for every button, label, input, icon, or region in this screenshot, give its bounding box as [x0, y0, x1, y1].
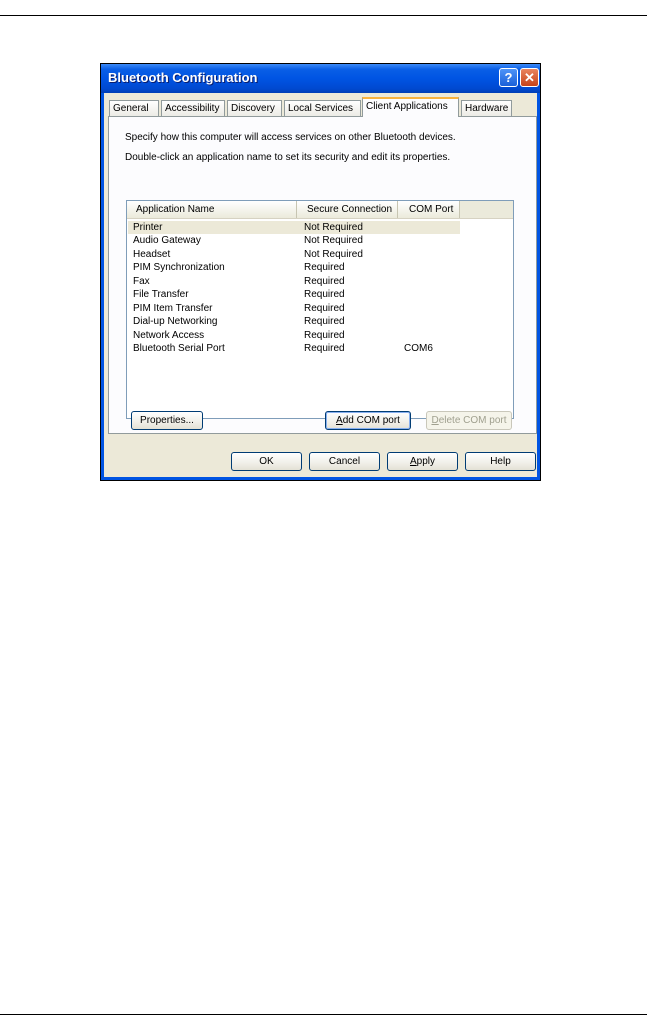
list-header: Application Name Secure Connection COM P… — [127, 201, 513, 219]
application-name: Fax — [133, 276, 150, 287]
secure-connection-value: Required — [304, 262, 345, 273]
access-key: A — [336, 415, 343, 426]
apply-label: pply — [416, 456, 436, 467]
dialog-body: General Accessibility Discovery Local Se… — [104, 93, 537, 477]
application-name: File Transfer — [133, 289, 189, 300]
client-applications-panel: Specify how this computer will access se… — [108, 116, 537, 434]
instruction-text: Double-click an application name to set … — [125, 152, 451, 163]
help-icon[interactable]: ? — [499, 68, 518, 87]
access-key: A — [409, 456, 417, 467]
secure-connection-value: Not Required — [304, 249, 363, 260]
application-name: PIM Synchronization — [133, 262, 225, 273]
add-com-port-button[interactable]: Add COM port — [325, 411, 411, 430]
application-name: Audio Gateway — [133, 235, 201, 246]
tab-discovery[interactable]: Discovery — [227, 100, 282, 116]
com-port-value: COM6 — [404, 343, 433, 354]
tab-client-applications[interactable]: Client Applications — [362, 97, 459, 117]
tab-local-services[interactable]: Local Services — [284, 100, 361, 116]
bluetooth-configuration-dialog: Bluetooth Configuration ? ✕ General Acce… — [100, 63, 541, 481]
cancel-button[interactable]: Cancel — [309, 452, 380, 471]
list-item[interactable]: PIM Synchronization Required — [128, 261, 460, 274]
tab-hardware[interactable]: Hardware — [461, 100, 512, 116]
access-key: D — [431, 415, 439, 426]
list-item[interactable]: Bluetooth Serial Port Required COM6 — [128, 342, 460, 355]
list-item[interactable]: Audio Gateway Not Required — [128, 234, 460, 247]
list-item[interactable]: Dial-up Networking Required — [128, 315, 460, 328]
list-item[interactable]: Headset Not Required — [128, 248, 460, 261]
secure-connection-value: Required — [304, 303, 345, 314]
delete-com-port-button[interactable]: Delete COM port — [426, 411, 512, 430]
secure-connection-value: Required — [304, 276, 345, 287]
page-top-rule — [0, 15, 647, 16]
list-item[interactable]: PIM Item Transfer Required — [128, 302, 460, 315]
list-item[interactable]: Network Access Required — [128, 329, 460, 342]
tab-accessibility[interactable]: Accessibility — [161, 100, 225, 116]
application-name: Headset — [133, 249, 171, 260]
apply-button[interactable]: Apply — [387, 452, 458, 471]
delete-com-port-label: elete COM port — [438, 415, 507, 426]
close-icon[interactable]: ✕ — [520, 68, 539, 87]
application-name: PIM Item Transfer — [133, 303, 213, 314]
column-com-port[interactable]: COM Port — [398, 201, 460, 218]
secure-connection-value: Required — [304, 316, 345, 327]
column-application-name[interactable]: Application Name — [127, 201, 297, 218]
secure-connection-value: Not Required — [304, 222, 363, 233]
window-title: Bluetooth Configuration — [108, 70, 258, 85]
help-button[interactable]: Help — [465, 452, 536, 471]
column-secure-connection[interactable]: Secure Connection — [297, 201, 398, 218]
properties-button[interactable]: Properties... — [131, 411, 203, 430]
list-item[interactable]: Fax Required — [128, 275, 460, 288]
application-name: Printer — [133, 222, 163, 233]
secure-connection-value: Required — [304, 343, 345, 354]
application-name: Bluetooth Serial Port — [133, 343, 225, 354]
secure-connection-value: Required — [304, 289, 345, 300]
application-name: Network Access — [133, 330, 205, 341]
secure-connection-value: Required — [304, 330, 345, 341]
tab-general[interactable]: General — [109, 100, 159, 116]
applications-list[interactable]: Application Name Secure Connection COM P… — [126, 200, 514, 419]
title-bar[interactable]: Bluetooth Configuration ? ✕ — [101, 64, 540, 93]
ok-button[interactable]: OK — [231, 452, 302, 471]
page-bottom-rule — [0, 1014, 647, 1015]
list-item[interactable]: Printer Not Required — [128, 221, 460, 234]
application-name: Dial-up Networking — [133, 316, 218, 327]
list-item[interactable]: File Transfer Required — [128, 288, 460, 301]
add-com-port-label: dd COM port — [342, 415, 400, 426]
description-text: Specify how this computer will access se… — [125, 132, 456, 143]
secure-connection-value: Not Required — [304, 235, 363, 246]
